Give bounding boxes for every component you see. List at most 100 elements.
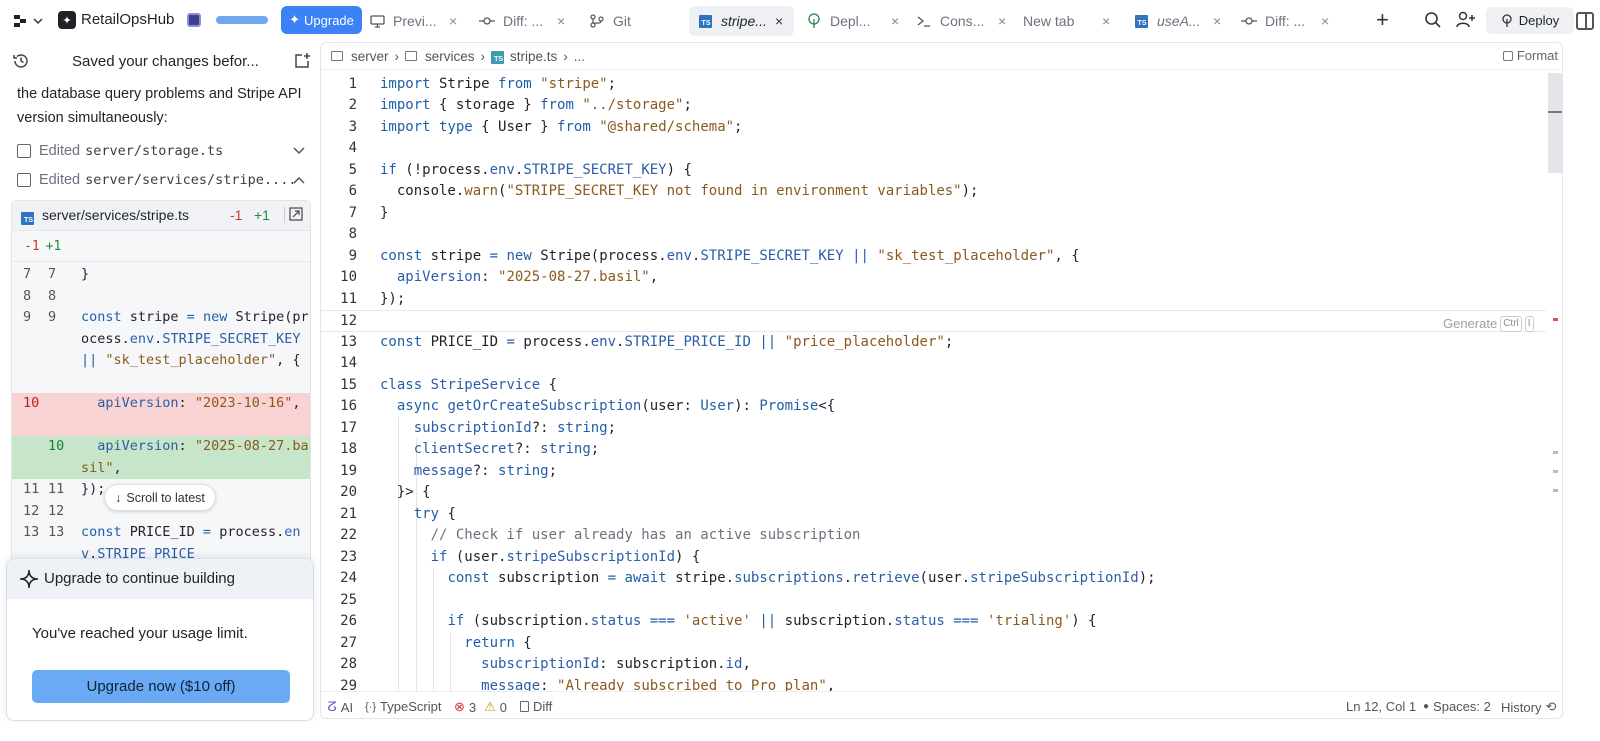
- code-line: 29 message: "Already subscribed to Pro p…: [340, 678, 836, 691]
- diff-added-count: +1: [254, 207, 270, 223]
- tab-diff[interactable]: Diff: ... ×: [479, 6, 571, 36]
- code-line: 21 try {: [340, 506, 456, 522]
- format-icon: [1502, 50, 1513, 61]
- tab-deployments[interactable]: Depl... ×: [806, 6, 899, 36]
- breadcrumb-item[interactable]: ...: [574, 49, 585, 64]
- chevron-up-icon[interactable]: [293, 173, 305, 187]
- history-icon[interactable]: [12, 52, 32, 72]
- usage-progress-bar[interactable]: [216, 16, 268, 24]
- close-icon[interactable]: ×: [891, 13, 899, 29]
- close-icon[interactable]: ×: [1321, 13, 1329, 29]
- overview-marker: [1553, 470, 1558, 473]
- language-label: TypeScript: [380, 699, 442, 714]
- close-icon[interactable]: ×: [1213, 13, 1221, 29]
- ai-status[interactable]: ⵒ AI: [327, 699, 353, 715]
- close-icon[interactable]: ×: [449, 13, 457, 29]
- code-line: 3 import type { User } from "@shared/sche…: [348, 119, 743, 135]
- chevron-right-icon: ›: [480, 48, 486, 64]
- close-icon[interactable]: ×: [557, 13, 565, 29]
- app-logo-icon[interactable]: ✦: [58, 11, 76, 29]
- tab-label: Diff: ...: [1265, 13, 1306, 29]
- upgrade-now-button[interactable]: Upgrade now ($10 off): [32, 670, 290, 703]
- code-line: 6 console.warn("STRIPE_SECRET_KEY not fo…: [348, 183, 979, 199]
- error-icon: ⊗: [454, 699, 465, 714]
- deploy-button[interactable]: Deploy: [1486, 7, 1574, 34]
- edited-file-storage[interactable]: Edited server/storage.ts: [17, 139, 315, 163]
- code-line: 7}: [348, 205, 389, 221]
- breadcrumb-item[interactable]: stripe.ts: [510, 49, 557, 64]
- code-line: 20 }> {: [340, 484, 431, 500]
- ai-label: AI: [340, 699, 354, 715]
- tab-label: stripe...: [721, 13, 767, 29]
- close-icon[interactable]: ×: [998, 13, 1006, 29]
- tab-preview[interactable]: Previ... ×: [369, 6, 461, 36]
- tab-git[interactable]: Git: [589, 6, 681, 36]
- diff-file-name[interactable]: server/services/stripe.ts: [42, 207, 189, 223]
- dot-icon: ●: [1423, 701, 1430, 712]
- replit-logo-icon: [14, 15, 26, 27]
- spaces-label: Spaces: 2: [1433, 699, 1491, 714]
- problems-status[interactable]: ⊗ 3 ⚠ 0: [454, 699, 507, 715]
- edited-path: server/services/stripe....: [85, 172, 297, 188]
- breadcrumb: server › services › TS stripe.ts › ... Fo…: [321, 43, 1562, 70]
- error-count: 3: [468, 699, 477, 715]
- scroll-to-latest-button[interactable]: ↓ Scroll to latest: [104, 484, 216, 511]
- close-icon[interactable]: ×: [775, 13, 783, 29]
- new-chat-icon[interactable]: [293, 52, 313, 72]
- tab-console[interactable]: Cons... ×: [916, 6, 1008, 36]
- status-bar: ⵒ AI {·} TypeScript ⊗ 3 ⚠ 0 Diff Ln 12, Col …: [321, 691, 1562, 718]
- tab-stripe-ts[interactable]: TS stripe... ×: [689, 6, 794, 36]
- code-area[interactable]: 1 import Stripe from "stripe"; 2 import { …: [321, 73, 1546, 691]
- format-label: Format: [1516, 48, 1558, 63]
- app-name[interactable]: RetailOpsHub: [81, 11, 174, 28]
- stop-icon[interactable]: [187, 13, 201, 27]
- sparkle-icon: [19, 569, 39, 594]
- search-button[interactable]: [1424, 11, 1444, 31]
- tab-usea-ts[interactable]: TS useA... ×: [1133, 6, 1225, 36]
- workspace-menu[interactable]: [14, 10, 46, 32]
- indentation-status[interactable]: ● Spaces: 2: [1423, 699, 1491, 714]
- breadcrumb-item[interactable]: services: [425, 49, 475, 64]
- language-status[interactable]: {·} TypeScript: [365, 699, 441, 714]
- tab-new-tab[interactable]: New tab ×: [1023, 6, 1115, 36]
- diff-label: Diff: [533, 699, 553, 714]
- tab-label: Cons...: [940, 13, 985, 29]
- open-file-icon[interactable]: [284, 207, 303, 223]
- code-line: 5 if (!process.env.STRIPE_SECRET_KEY) {: [348, 162, 692, 178]
- tab-label: Depl...: [830, 13, 871, 29]
- code-line: 23 if (user.stripeSubscriptionId) {: [340, 549, 701, 565]
- chat-title[interactable]: Saved your changes befor...: [72, 53, 259, 70]
- typescript-icon: TS: [21, 209, 34, 225]
- diff-status[interactable]: Diff: [520, 699, 552, 714]
- deploy-icon: [806, 13, 822, 29]
- diff-summary-added: +1: [45, 238, 62, 254]
- close-icon[interactable]: ×: [1102, 13, 1110, 29]
- edit-file-icon: [17, 144, 31, 158]
- code-line: 11});: [340, 291, 406, 307]
- typescript-icon: TS: [1133, 13, 1149, 29]
- cursor-position[interactable]: Ln 12, Col 1: [1346, 699, 1416, 714]
- code-line: 10 apiVersion: "2025-08-27.basil",: [340, 269, 659, 285]
- code-line: 15 class StripeService {: [340, 377, 558, 393]
- scroll-to-latest-label: Scroll to latest: [126, 490, 205, 505]
- scrollbar-thumb[interactable]: [1548, 73, 1562, 173]
- edited-file-stripe[interactable]: Edited server/services/stripe....: [17, 168, 315, 192]
- tab-diff-2[interactable]: Diff: ... ×: [1241, 6, 1333, 36]
- code-line: 26 if (subscription.status === 'active' …: [340, 613, 1097, 629]
- history-button[interactable]: History ⟲: [1501, 699, 1556, 715]
- folder-icon: [331, 51, 343, 61]
- tab-label: New tab: [1023, 13, 1075, 29]
- cursor-position-label: Ln 12, Col 1: [1346, 699, 1417, 714]
- commit-icon: [1241, 13, 1257, 29]
- upgrade-button[interactable]: ✦ Upgrade: [281, 6, 362, 34]
- chevron-down-icon[interactable]: [293, 144, 305, 158]
- invite-button[interactable]: [1456, 11, 1478, 31]
- add-tab-button[interactable]: +: [1376, 9, 1389, 31]
- breadcrumb-item[interactable]: server: [351, 49, 389, 64]
- code-line: 24 const subscription = await stripe.sub…: [340, 570, 1156, 586]
- chevron-right-icon: ›: [394, 48, 400, 64]
- editor-scrollbar[interactable]: [1548, 73, 1562, 691]
- usage-limit-message: You've reached your usage limit.: [32, 625, 248, 642]
- toggle-panel-icon[interactable]: [1576, 12, 1594, 30]
- format-button[interactable]: Format: [1502, 48, 1558, 63]
